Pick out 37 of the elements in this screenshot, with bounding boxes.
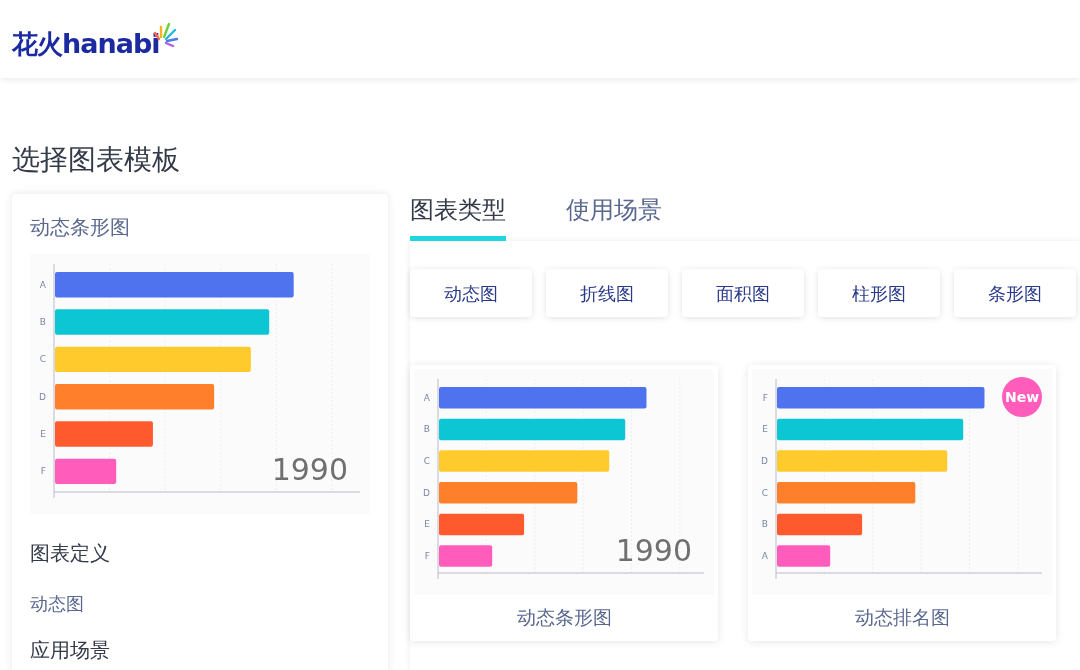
template-card[interactable]: F E D C B A 动态排名图 New bbox=[748, 365, 1056, 641]
axis-label: D bbox=[761, 456, 768, 467]
category-button[interactable]: 条形图 bbox=[954, 269, 1076, 317]
year-label: 1990 bbox=[615, 533, 692, 568]
year-label: 1990 bbox=[271, 452, 348, 487]
axis-label: F bbox=[40, 466, 46, 477]
template-name: 动态排名图 bbox=[854, 605, 950, 630]
axis-label: A bbox=[39, 279, 46, 290]
logo-text[interactable]: hanabi bbox=[62, 30, 160, 57]
axis-label: E bbox=[40, 429, 46, 440]
definition-text: 动态图 bbox=[30, 592, 85, 616]
axis-label: A bbox=[761, 551, 768, 562]
template-card[interactable]: A B C D E F 1990 动态条形图 bbox=[410, 365, 718, 641]
page-title: 选择图表模板 bbox=[12, 142, 181, 178]
tab[interactable]: 使用场景 bbox=[566, 192, 662, 241]
axis-label: C bbox=[761, 487, 768, 498]
category-button[interactable]: 动态图 bbox=[410, 269, 532, 317]
card-title: 动态条形图 bbox=[30, 214, 131, 241]
axis-label: F bbox=[424, 551, 430, 562]
axis-label: B bbox=[761, 519, 768, 530]
category-button[interactable]: 面积图 bbox=[682, 269, 804, 317]
axis-label: D bbox=[423, 487, 430, 498]
category-button[interactable]: 柱形图 bbox=[818, 269, 940, 317]
section-heading: 应用场景 bbox=[30, 637, 111, 664]
axis-label: E bbox=[424, 519, 430, 530]
axis-label: A bbox=[423, 392, 430, 403]
axis-label: E bbox=[762, 424, 768, 435]
category-button[interactable]: 折线图 bbox=[546, 269, 668, 317]
axis-label: C bbox=[423, 456, 430, 467]
axis-label: C bbox=[39, 354, 46, 365]
template-name: 动态条形图 bbox=[516, 605, 612, 630]
logo-text[interactable]: 花火 bbox=[12, 31, 62, 57]
axis-label: B bbox=[39, 317, 46, 328]
axis-label: B bbox=[423, 424, 430, 435]
axis-label: D bbox=[39, 391, 46, 402]
axis-label: F bbox=[762, 392, 768, 403]
section-heading: 图表定义 bbox=[30, 540, 111, 567]
